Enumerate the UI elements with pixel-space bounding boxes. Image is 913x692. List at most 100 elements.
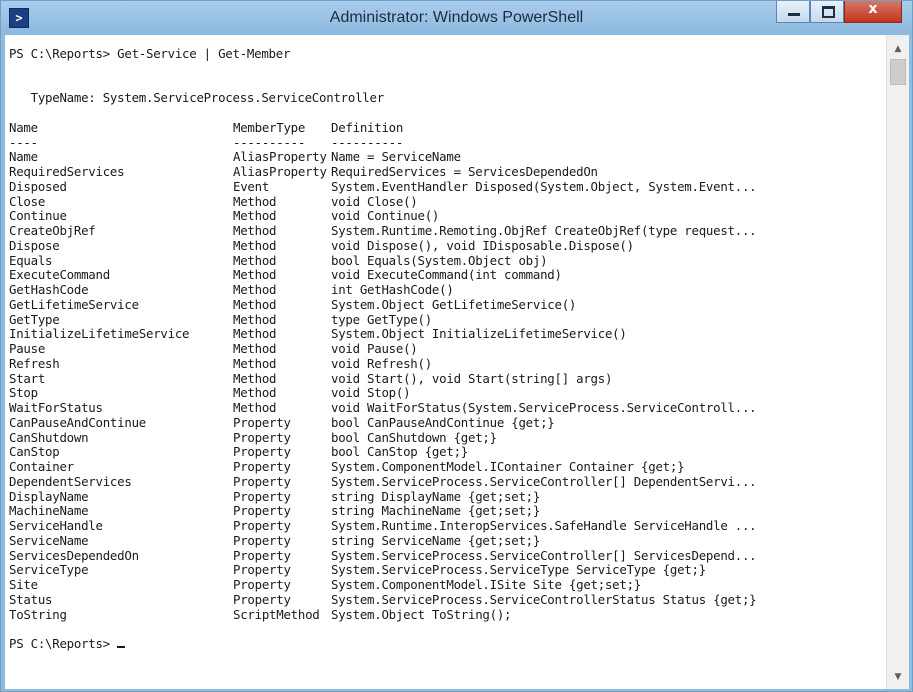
member-row: ServiceName Property string ServiceName {g… <box>9 532 879 549</box>
scroll-thumb[interactable] <box>890 59 906 85</box>
text-cursor <box>117 646 126 648</box>
member-row: Status Property System.ServiceProcess.Serv… <box>9 591 879 608</box>
member-type: Method <box>233 385 277 401</box>
member-type: Property <box>233 473 291 489</box>
member-type: Property <box>233 503 291 519</box>
member-name: ServiceHandle <box>9 518 103 533</box>
member-name: ServiceName <box>9 532 89 548</box>
console-output: PS C:\Reports> Get-Service | Get-Member … <box>9 47 879 687</box>
member-name: ExecuteCommand <box>9 267 110 283</box>
member-type: Method <box>233 400 277 415</box>
member-definition: System.ServiceProcess.ServiceType Servic… <box>331 562 706 578</box>
final-prompt-line: PS C:\Reports> <box>9 636 879 652</box>
member-type: Method <box>233 326 277 342</box>
member-name: CanShutdown <box>9 429 89 445</box>
member-type: Method <box>233 370 277 386</box>
member-type: Property <box>233 591 291 607</box>
member-definition: System.ServiceProcess.ServiceController[… <box>331 473 757 489</box>
member-row: Start Method void Start(), void Start(stri… <box>9 370 879 387</box>
member-name: Close <box>9 193 46 209</box>
member-name: WaitForStatus <box>9 400 103 415</box>
member-definition: System.Object InitializeLifetimeService(… <box>331 326 627 342</box>
close-icon: x <box>868 1 878 17</box>
member-row: WaitForStatus Method void WaitForStatus(Sy… <box>9 400 879 416</box>
member-row: GetLifetimeService Method System.Object Ge… <box>9 296 879 313</box>
member-definition: void Pause() <box>331 341 418 356</box>
member-row: ExecuteCommand Method void ExecuteCommand(… <box>9 267 879 283</box>
member-definition: System.ComponentModel.ISite Site {get;se… <box>331 577 642 592</box>
member-definition: bool CanStop {get;} <box>331 444 468 460</box>
member-definition: System.Runtime.Remoting.ObjRef CreateObj… <box>331 223 757 238</box>
underline-name: ---- <box>9 134 38 150</box>
member-row: RequiredServices AliasProperty RequiredSer… <box>9 164 879 180</box>
member-name: GetType <box>9 311 60 327</box>
member-name: Name <box>9 149 38 165</box>
member-type: Method <box>233 282 277 297</box>
member-definition: System.Object ToString(); <box>331 606 512 622</box>
member-type: Method <box>233 296 277 312</box>
minimize-button[interactable] <box>776 1 810 23</box>
member-name: Stop <box>9 385 38 401</box>
member-definition: bool Equals(System.Object obj) <box>331 252 548 268</box>
member-type: Method <box>233 193 277 209</box>
member-row: Close Method void Close() <box>9 193 879 210</box>
member-row: Dispose Method void Dispose(), void IDispo… <box>9 238 879 254</box>
member-name: Equals <box>9 252 53 268</box>
member-name: GetLifetimeService <box>9 296 139 312</box>
member-type: Method <box>233 208 277 224</box>
member-name: DependentServices <box>9 473 132 489</box>
member-definition: void Stop() <box>331 385 411 401</box>
close-button[interactable]: x <box>844 1 902 23</box>
maximize-button[interactable] <box>810 1 844 23</box>
member-name: Container <box>9 459 74 474</box>
member-type: Method <box>233 223 277 238</box>
member-name: InitializeLifetimeService <box>9 326 190 342</box>
minimize-icon <box>788 13 800 16</box>
header-row: Name MemberType Definition <box>9 119 879 136</box>
vertical-scrollbar[interactable]: ▲ ▼ <box>886 35 909 689</box>
member-row: Container Property System.ComponentModel.I… <box>9 459 879 475</box>
member-definition: void Continue() <box>331 208 440 224</box>
member-row: Equals Method bool Equals(System.Object ob… <box>9 252 879 269</box>
member-row: ServiceType Property System.ServiceProcess… <box>9 562 879 578</box>
member-definition: void Start(), void Start(string[] args) <box>331 370 613 386</box>
member-name: Pause <box>9 341 46 356</box>
member-type: Property <box>233 459 291 474</box>
console-area[interactable]: PS C:\Reports> Get-Service | Get-Member … <box>5 35 909 689</box>
member-definition: RequiredServices = ServicesDependedOn <box>331 164 598 179</box>
member-row: Continue Method void Continue() <box>9 208 879 224</box>
member-type: Property <box>233 414 291 430</box>
member-row: ServicesDependedOn Property System.Service… <box>9 547 879 564</box>
scroll-up-icon[interactable]: ▲ <box>887 39 909 59</box>
member-type: Event <box>233 178 270 194</box>
member-name: GetHashCode <box>9 282 89 297</box>
member-name: Status <box>9 591 53 607</box>
member-name: ServicesDependedOn <box>9 547 139 563</box>
member-row: ServiceHandle Property System.Runtime.Inte… <box>9 518 879 534</box>
underline-membertype: ---------- <box>233 134 306 150</box>
member-type: Property <box>233 532 291 548</box>
member-name: CanPauseAndContinue <box>9 414 146 430</box>
member-definition: void ExecuteCommand(int command) <box>331 267 562 283</box>
member-row: GetType Method type GetType() <box>9 311 879 328</box>
member-row: Disposed Event System.EventHandler Dispose… <box>9 178 879 195</box>
member-definition: System.Object GetLifetimeService() <box>331 296 577 312</box>
member-definition: System.ComponentModel.IContainer Contain… <box>331 459 685 474</box>
scroll-down-icon[interactable]: ▼ <box>887 667 909 687</box>
member-type: ScriptMethod <box>233 606 320 622</box>
member-definition: string MachineName {get;set;} <box>331 503 541 519</box>
member-name: Continue <box>9 208 67 224</box>
command-line: PS C:\Reports> Get-Service | Get-Member <box>9 47 291 61</box>
member-type: Property <box>233 429 291 445</box>
member-type: Method <box>233 267 277 283</box>
header-underline-row: ---- ---------- ---------- <box>9 134 879 151</box>
member-definition: System.ServiceProcess.ServiceControllerS… <box>331 591 757 607</box>
member-row: Refresh Method void Refresh() <box>9 355 879 372</box>
header-definition: Definition <box>331 119 404 135</box>
member-row: GetHashCode Method int GetHashCode() <box>9 282 879 298</box>
member-row: CanShutdown Property bool CanShutdown {get… <box>9 429 879 446</box>
header-membertype: MemberType <box>233 119 306 135</box>
member-rows: Name AliasProperty Name = ServiceName Requi… <box>9 149 879 622</box>
member-definition: string DisplayName {get;set;} <box>331 488 541 504</box>
member-definition: void Refresh() <box>331 355 432 371</box>
